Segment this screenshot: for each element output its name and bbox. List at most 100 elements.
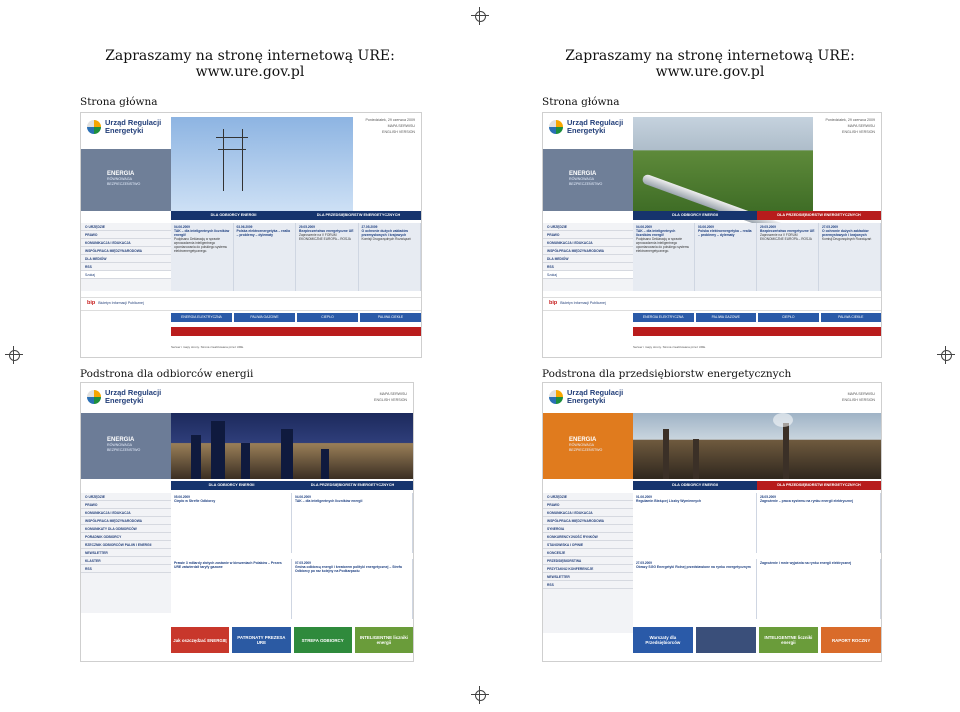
sidebar-item-rss[interactable]: RSS	[543, 581, 633, 589]
site-logo[interactable]: Urząd Regulacji Energetyki	[549, 119, 623, 135]
sector-tab-electricity[interactable]: ENERGIA ELEKTRYCZNA	[633, 313, 694, 322]
site-logo[interactable]: Urząd Regulacji Energetyki	[87, 389, 161, 405]
bip-label: Biuletyn Informacji Publicznej	[98, 301, 144, 305]
sidebar-item-law[interactable]: PRAWO	[81, 501, 171, 509]
bip-logo[interactable]: bip	[87, 300, 95, 306]
tab-companies[interactable]: DLA PRZEDSIĘBIORSTW ENERGETYCZNYCH	[757, 211, 881, 220]
english-version-link[interactable]: ENGLISH VERSION	[825, 129, 875, 135]
news-title[interactable]: Prawie 3 miliardy złotych zostanie w kie…	[174, 561, 288, 569]
tab-consumers[interactable]: DLA ODBIORCY ENERGII	[633, 481, 757, 490]
sidebar-item-ombudsman[interactable]: RZECZNIK ODBIORCÓW PALIW I ENERGII	[81, 541, 171, 549]
bip-logo[interactable]: bip	[549, 300, 557, 306]
tab-consumers[interactable]: DLA ODBIORCY ENERGII	[171, 211, 296, 220]
alert-bar	[171, 327, 421, 336]
sidebar-item-international[interactable]: WSPÓŁPRACA MIĘDZYNARODOWA	[81, 517, 171, 525]
sidebar-item-law[interactable]: PRAWO	[543, 231, 633, 239]
promo-tile-consumer-zone[interactable]: STREFA ODBIORCY	[293, 627, 352, 653]
heading-left-line2[interactable]: www.ure.gov.pl	[100, 64, 400, 80]
sector-tab-liquid-fuels[interactable]: PALIWA CIEKŁE	[360, 313, 421, 322]
sidebar-item-about[interactable]: O URZĘDZIE	[81, 493, 171, 501]
registration-mark-right	[937, 346, 955, 364]
news-title[interactable]: TAK – dla inteligentnych liczników energ…	[636, 229, 691, 237]
news-title[interactable]: O ochronie dużych zakładów przemysłowych…	[822, 229, 877, 237]
tab-companies[interactable]: DLA PRZEDSIĘBIORSTW ENERGETYCZNYCH	[292, 481, 413, 490]
promo-tile-smart-meters[interactable]: INTELIGENTNE liczniki energii	[758, 627, 819, 653]
sidebar-item-law[interactable]: PRAWO	[543, 501, 633, 509]
news-title[interactable]: Obrazy SGG Energetyki Rolnej przedstawio…	[636, 565, 753, 569]
sidebar-item-about[interactable]: O URZĘDZIE	[543, 493, 633, 501]
news-title[interactable]: Gmina odbiorcą energii i kreatorem polit…	[295, 565, 409, 573]
news-title[interactable]: TAK – dla inteligentnych liczników energ…	[174, 229, 230, 237]
search-input[interactable]: Szukaj	[81, 271, 171, 279]
sidebar-item-international[interactable]: WSPÓŁPRACA MIĘDZYNARODOWA	[81, 247, 171, 255]
search-input[interactable]: Szukaj	[543, 271, 633, 279]
sidebar-item-competition[interactable]: KONKURENCYJNOŚĆ RYNKÓW	[543, 533, 633, 541]
sidebar-item-rss[interactable]: RSS	[81, 263, 171, 271]
news-grid: 01.06.2009 Regulamin Bieżącej Liczby Wymi…	[633, 493, 881, 621]
sidebar-nav: O URZĘDZIE PRAWO KOMUNIKACJA I EDUKACJA …	[543, 223, 633, 291]
sidebar-item-communication[interactable]: KOMUNIKACJA I EDUKACJA	[543, 239, 633, 247]
sidebar-item-international[interactable]: WSPÓŁPRACA MIĘDZYNARODOWA	[543, 247, 633, 255]
sidebar-item-synergy[interactable]: SYNERGIA	[543, 525, 633, 533]
sidebar-item-about[interactable]: O URZĘDZIE	[543, 223, 633, 231]
sector-tab-electricity[interactable]: ENERGIA ELEKTRYCZNA	[171, 313, 232, 322]
news-title[interactable]: Regulamin Bieżącej Liczby Wymiennych	[636, 499, 753, 503]
sidebar-item-rss[interactable]: RSS	[543, 263, 633, 271]
heading-right-line2[interactable]: www.ure.gov.pl	[560, 64, 860, 80]
tab-companies[interactable]: DLA PRZEDSIĘBIORSTW ENERGETYCZNYCH	[296, 211, 421, 220]
site-logo[interactable]: Urząd Regulacji Energetyki	[549, 389, 623, 405]
sidebar-item-media[interactable]: DLA MEDIÓW	[543, 255, 633, 263]
sidebar-item-opinions[interactable]: STANOWISKA I OPINIE	[543, 541, 633, 549]
sector-tab-heat[interactable]: CIEPŁO	[758, 313, 819, 322]
sidebar-item-law[interactable]: PRAWO	[81, 231, 171, 239]
promo-tile-blank[interactable]	[695, 627, 756, 653]
news-title[interactable]: Polska elektroenergetyka – realia – prob…	[698, 229, 753, 237]
news-grid: 05.06.2009 Ciepło w Strefie Odbiorcy 04.0…	[171, 493, 413, 621]
sidebar-item-media[interactable]: DLA MEDIÓW	[81, 255, 171, 263]
promo-tile-smart-meters[interactable]: INTELIGENTNE liczniki energii	[354, 627, 413, 653]
alert-bar	[633, 327, 881, 336]
english-version-link[interactable]: ENGLISH VERSION	[374, 397, 407, 403]
tab-consumers[interactable]: DLA ODBIORCY ENERGII	[633, 211, 757, 220]
sidebar-item-communication[interactable]: KOMUNIKACJA I EDUKACJA	[81, 239, 171, 247]
news-title[interactable]: Zagrożenie i mnie wyjaśnia na rynku ener…	[760, 561, 877, 565]
sector-tab-heat[interactable]: CIEPŁO	[297, 313, 358, 322]
news-title[interactable]: Zagrożenie – praca systemu na rynku ener…	[760, 499, 877, 503]
tab-consumers[interactable]: DLA ODBIORCY ENERGII	[171, 481, 292, 490]
promo-tile-workshops[interactable]: Warszaty dla Przedsiębiorców	[633, 627, 693, 653]
sector-tab-gas[interactable]: PALIWA GAZOWE	[234, 313, 295, 322]
sidebar-item-international[interactable]: WSPÓŁPRACA MIĘDZYNARODOWA	[543, 517, 633, 525]
sidebar-item-announcements[interactable]: KOMUNIKATY DLA ODBIORCÓW	[81, 525, 171, 533]
site-logo[interactable]: Urząd Regulacji Energetyki	[87, 119, 161, 135]
sidebar-item-communication[interactable]: KOMUNIKACJA I EDUKACJA	[81, 509, 171, 517]
sidebar-item-newsletter[interactable]: NEWSLETTER	[81, 549, 171, 557]
promo-tile-save-energy[interactable]: Jak oszczędzać ENERGIĘ	[171, 627, 230, 653]
tab-companies[interactable]: DLA PRZEDSIĘBIORSTW ENERGETYCZNYCH	[757, 481, 881, 490]
promo-tile-annual-report[interactable]: RAPORT ROCZNY	[821, 627, 881, 653]
hero-brand-panel: ENERGIA RÓWNOWAGA BEZPIECZEŃSTWO	[543, 149, 633, 211]
sidebar-item-about[interactable]: O URZĘDZIE	[81, 223, 171, 231]
sidebar-item-guide[interactable]: PORADNIK ODBIORCY	[81, 533, 171, 541]
ure-logo-icon	[549, 390, 563, 404]
news-title[interactable]: Polska elektroenergetyka – realia – prob…	[237, 229, 293, 237]
sidebar-item-cluster[interactable]: KLASTER	[81, 557, 171, 565]
sidebar-item-conferences[interactable]: PRZYTAKNIJ KONFERENCJE	[543, 565, 633, 573]
promo-tile-patronage[interactable]: PATRONATY PREZESA URE	[232, 627, 291, 653]
news-title[interactable]: O ochronie dużych zakładów przemysłowych…	[362, 229, 418, 237]
caption-home-left: Strona główna	[80, 96, 158, 108]
news-title[interactable]: TAK – dla inteligentnych liczników energ…	[295, 499, 409, 503]
bip-label: Biuletyn Informacji Publicznej	[560, 301, 606, 305]
caption-companies: Podstrona dla przedsiębiorstw energetycz…	[542, 368, 792, 380]
english-version-link[interactable]: ENGLISH VERSION	[842, 397, 875, 403]
sidebar-item-communication[interactable]: KOMUNIKACJA I EDUKACJA	[543, 509, 633, 517]
news-title[interactable]: Ciepło w Strefie Odbiorcy	[174, 499, 288, 503]
energia-sub2: BEZPIECZEŃSTWO	[107, 447, 141, 452]
sidebar-item-companies[interactable]: PRZEDSIĘBIORSTWA	[543, 557, 633, 565]
ure-logo-icon	[87, 120, 101, 134]
sidebar-item-newsletter[interactable]: NEWSLETTER	[543, 573, 633, 581]
sector-tab-gas[interactable]: PALIWA GAZOWE	[695, 313, 756, 322]
sidebar-item-licences[interactable]: KONCESJE	[543, 549, 633, 557]
sector-tab-liquid-fuels[interactable]: PALIWA CIEKŁE	[820, 313, 881, 322]
sidebar-item-rss[interactable]: RSS	[81, 565, 171, 573]
english-version-link[interactable]: ENGLISH VERSION	[365, 129, 415, 135]
